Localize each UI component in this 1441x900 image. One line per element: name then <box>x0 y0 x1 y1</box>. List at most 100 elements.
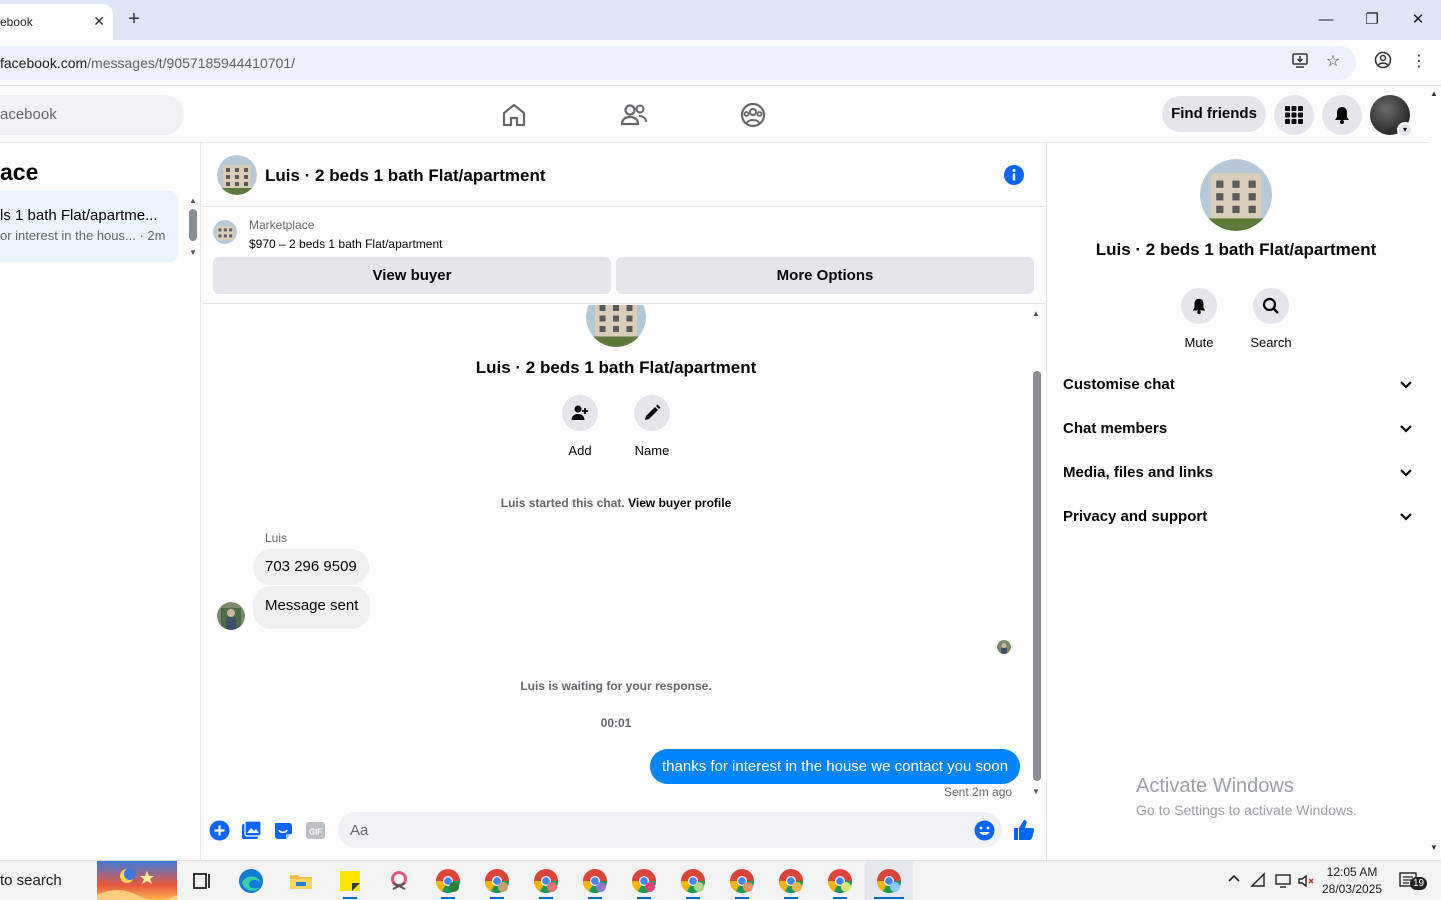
scroll-down-arrow[interactable]: ▼ <box>189 248 197 257</box>
active-app-indicator <box>539 897 553 899</box>
chrome-profile-icon[interactable] <box>532 867 560 895</box>
active-app-indicator <box>588 897 602 899</box>
chrome-profile-icon[interactable] <box>728 867 756 895</box>
install-app-icon[interactable] <box>1289 51 1311 73</box>
media-files-links-section[interactable]: Media, files and links <box>1063 458 1413 488</box>
gif-icon[interactable]: GIF <box>305 820 326 841</box>
home-icon[interactable] <box>498 99 530 131</box>
profile-icon[interactable] <box>1372 51 1394 73</box>
sticky-notes-icon[interactable] <box>336 867 364 895</box>
left-scrollbar-thumb[interactable] <box>189 209 197 241</box>
chevron-down-icon <box>1400 513 1412 521</box>
section-label: Customise chat <box>1063 376 1175 393</box>
task-view-icon[interactable] <box>188 867 216 895</box>
emoji-icon[interactable] <box>974 820 995 841</box>
chrome-profile-icon[interactable] <box>875 867 903 895</box>
listing-thumbnail <box>213 220 237 244</box>
minimize-icon[interactable]: — <box>1314 8 1338 32</box>
facebook-search-input[interactable]: acebook <box>0 95 184 135</box>
active-app-indicator <box>735 897 749 899</box>
file-explorer-icon[interactable] <box>287 867 315 895</box>
svg-text:GIF: GIF <box>309 828 322 837</box>
chat-title[interactable]: Luis · 2 beds 1 bath Flat/apartment <box>265 166 546 186</box>
outgoing-message[interactable]: thanks for interest in the house we cont… <box>650 749 1021 784</box>
sender-avatar[interactable] <box>217 602 245 630</box>
close-window-icon[interactable]: ✕ <box>1406 8 1430 32</box>
sticker-icon[interactable] <box>273 820 294 841</box>
notifications-bell-icon[interactable] <box>1322 95 1362 135</box>
url-host: facebook.com <box>0 55 88 71</box>
edge-browser-icon[interactable] <box>237 867 265 895</box>
address-bar[interactable]: facebook.com/messages/t/9057185944410701… <box>0 46 1356 80</box>
view-buyer-profile-link[interactable]: View buyer profile <box>628 496 731 510</box>
add-people-button[interactable]: Add <box>550 395 610 458</box>
activate-title: Activate Windows <box>1136 775 1294 797</box>
new-tab-button[interactable]: + <box>122 8 146 32</box>
browser-tab[interactable]: ebook ✕ <box>0 4 113 40</box>
chrome-profile-icon[interactable] <box>434 867 462 895</box>
privacy-support-section[interactable]: Privacy and support <box>1063 502 1413 532</box>
page-scrollbar[interactable]: ▲ ▼ <box>1428 87 1441 860</box>
chrome-profile-icon[interactable] <box>826 867 854 895</box>
chat-scrollbar-thumb[interactable] <box>1033 371 1041 781</box>
scroll-up-arrow[interactable]: ▲ <box>1430 89 1438 98</box>
waiting-notice: Luis is waiting for your response. <box>520 679 712 693</box>
bookmark-star-icon[interactable]: ☆ <box>1322 51 1344 73</box>
notification-center-icon[interactable]: 19 <box>1398 871 1428 891</box>
scroll-down-arrow[interactable]: ▼ <box>1032 787 1040 796</box>
scroll-up-arrow[interactable]: ▲ <box>189 196 197 205</box>
incoming-message[interactable]: 703 296 9509 <box>253 549 369 585</box>
show-hidden-icons-chevron-up-icon[interactable] <box>1226 871 1242 890</box>
name-label: Name <box>634 443 670 458</box>
chrome-profile-icon[interactable] <box>777 867 805 895</box>
chrome-profile-icon[interactable] <box>630 867 658 895</box>
menu-grid-icon[interactable] <box>1274 95 1314 135</box>
profile-name[interactable]: Luis · 2 beds 1 bath Flat/apartment <box>1048 240 1424 260</box>
listing-title[interactable]: $970 – 2 beds 1 bath Flat/apartment <box>249 237 442 251</box>
name-chat-button[interactable]: Name <box>622 395 682 458</box>
browser-tab-bar: ebook ✕ + — ❐ ✕ <box>0 0 1441 40</box>
kebab-menu-icon[interactable]: ⋮ <box>1408 51 1430 73</box>
restore-icon[interactable]: ❐ <box>1360 8 1384 32</box>
find-friends-button[interactable]: Find friends <box>1162 96 1266 132</box>
snipping-tool-icon[interactable] <box>385 867 413 895</box>
network-icon[interactable] <box>1250 872 1268 893</box>
message-input[interactable] <box>338 812 1002 848</box>
system-clock[interactable]: 12:05 AM 28/03/2025 <box>1322 864 1382 898</box>
chat-members-section[interactable]: Chat members <box>1063 414 1413 444</box>
add-person-icon <box>562 395 598 431</box>
chat-started-notice: Luis started this chat. View buyer profi… <box>202 496 1030 510</box>
chrome-profile-icon[interactable] <box>581 867 609 895</box>
friends-icon[interactable] <box>618 99 650 131</box>
plus-actions-icon[interactable] <box>209 820 230 841</box>
volume-muted-icon[interactable] <box>1297 872 1315 893</box>
profile-avatar[interactable] <box>1200 159 1272 231</box>
groups-icon[interactable] <box>737 99 769 131</box>
incoming-message[interactable]: Message sent <box>253 586 371 629</box>
display-icon[interactable] <box>1274 872 1292 893</box>
scroll-up-arrow[interactable]: ▲ <box>1032 309 1040 318</box>
search-in-chat-button[interactable]: Search <box>1241 288 1301 350</box>
close-tab-icon[interactable]: ✕ <box>93 13 105 30</box>
info-icon[interactable] <box>1004 165 1024 185</box>
customise-chat-section[interactable]: Customise chat <box>1063 370 1413 400</box>
scroll-down-arrow[interactable]: ▼ <box>1430 843 1438 852</box>
chat-avatar[interactable] <box>217 155 257 195</box>
news-widget-icon[interactable] <box>97 861 177 900</box>
thumbs-up-icon[interactable] <box>1012 818 1036 842</box>
marketplace-listing-bar: Marketplace $970 – 2 beds 1 bath Flat/ap… <box>202 208 1047 304</box>
chevron-down-icon <box>1400 425 1412 433</box>
view-buyer-button[interactable]: View buyer <box>213 257 611 294</box>
mute-button[interactable]: Mute <box>1169 288 1229 350</box>
marketplace-chat-list: ace ls 1 bath Flat/apartme... or interes… <box>0 143 201 860</box>
active-app-indicator <box>637 897 651 899</box>
chat-scrollbar[interactable]: ▲ ▼ <box>1031 309 1043 799</box>
taskbar-search[interactable]: to search <box>0 861 97 900</box>
chrome-profile-icon[interactable] <box>483 867 511 895</box>
chevron-down-icon <box>1400 469 1412 477</box>
more-options-button[interactable]: More Options <box>616 257 1034 294</box>
photo-attach-icon[interactable] <box>241 820 262 841</box>
chat-list-item[interactable]: ls 1 bath Flat/apartme... or interest in… <box>0 191 178 262</box>
account-avatar[interactable]: ▾ <box>1370 95 1413 138</box>
chrome-profile-icon[interactable] <box>679 867 707 895</box>
